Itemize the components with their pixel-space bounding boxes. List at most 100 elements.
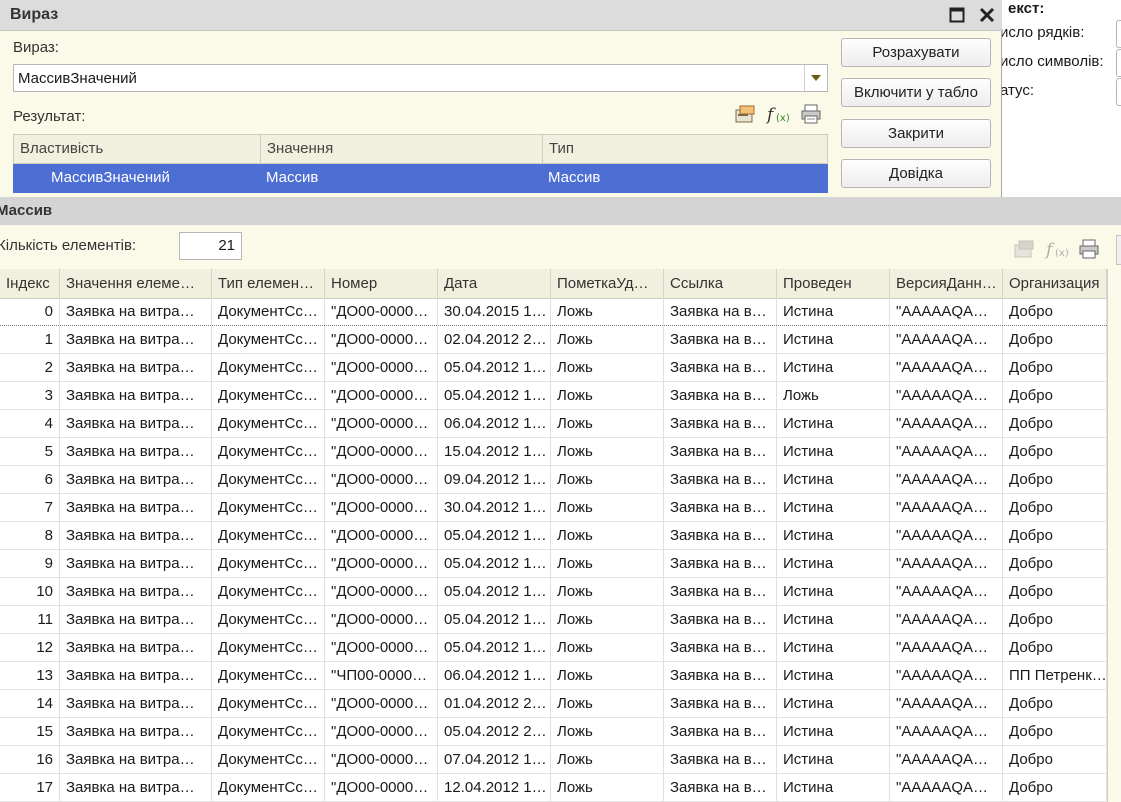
cell-posted: Истина xyxy=(777,606,890,633)
open-in-window-icon[interactable] xyxy=(733,103,757,125)
cell-index: 11 xyxy=(0,606,60,633)
table-row[interactable]: 9 Заявка на витра… ДокументСс… "ДО00-0000… 0… xyxy=(0,550,1107,578)
cell-date: 07.04.2012 1… xyxy=(438,746,551,773)
table-row[interactable]: 8 Заявка на витра… ДокументСс… "ДО00-0000… 0… xyxy=(0,522,1107,550)
cell-index: 14 xyxy=(0,690,60,717)
column-header-reference[interactable]: Ссылка xyxy=(664,269,777,298)
result-cell-value: Массив xyxy=(266,169,319,186)
cell-number: "ДО00-0000… xyxy=(325,550,438,577)
cell-index: 13 xyxy=(0,662,60,689)
cell-date: 05.04.2012 1… xyxy=(438,606,551,633)
cell-date: 30.04.2015 1… xyxy=(438,298,551,325)
chevron-down-icon[interactable] xyxy=(804,65,827,91)
calculate-button[interactable]: Розрахувати xyxy=(841,38,991,67)
cell-deletion-mark: Ложь xyxy=(551,466,664,493)
dialog-titlebar[interactable]: Вираз xyxy=(0,0,1002,31)
cell-reference: Заявка на в… xyxy=(664,354,777,381)
element-count-label: Кількість елементів: xyxy=(0,237,137,254)
cell-element-type: ДокументСс… xyxy=(212,466,325,493)
cell-date: 30.04.2012 1… xyxy=(438,494,551,521)
bg-field-lines[interactable] xyxy=(1116,20,1121,48)
cell-posted: Истина xyxy=(777,550,890,577)
column-header-type[interactable]: Тип xyxy=(543,135,829,163)
bg-field-symbols[interactable] xyxy=(1116,49,1121,77)
print-icon[interactable] xyxy=(1077,238,1101,260)
table-row[interactable]: 10 Заявка на витра… ДокументСс… "ДО00-0000…… xyxy=(0,578,1107,606)
expression-dialog: Вираз Вираз: МассивЗначений Результат: f… xyxy=(0,0,1002,198)
result-row-selected[interactable]: МассивЗначений Массив Массив xyxy=(13,164,828,193)
cell-index: 15 xyxy=(0,718,60,745)
close-button[interactable]: Закрити xyxy=(841,119,991,148)
include-in-board-button[interactable]: Включити у табло xyxy=(841,78,991,107)
table-row[interactable]: 12 Заявка на витра… ДокументСс… "ДО00-0000…… xyxy=(0,634,1107,662)
cell-date: 05.04.2012 1… xyxy=(438,634,551,661)
cell-element-value: Заявка на витра… xyxy=(60,382,212,409)
table-row[interactable]: 15 Заявка на витра… ДокументСс… "ДО00-0000…… xyxy=(0,718,1107,746)
cell-deletion-mark: Ложь xyxy=(551,494,664,521)
cell-element-value: Заявка на витра… xyxy=(60,550,212,577)
column-header-element-type[interactable]: Тип елемен… xyxy=(212,269,325,298)
cell-index: 1 xyxy=(0,326,60,353)
svg-text:(x): (x) xyxy=(776,113,790,124)
cell-deletion-mark: Ложь xyxy=(551,690,664,717)
table-row[interactable]: 13 Заявка на витра… ДокументСс… "ЧП00-0000…… xyxy=(0,662,1107,690)
cell-reference: Заявка на в… xyxy=(664,550,777,577)
cell-element-type: ДокументСс… xyxy=(212,746,325,773)
cell-data-version: "AAAAAQA… xyxy=(890,634,1003,661)
cell-deletion-mark: Ложь xyxy=(551,606,664,633)
element-count-field: 21 xyxy=(179,232,242,260)
column-header-index[interactable]: Індекс xyxy=(0,269,60,298)
cell-organization: Добро xyxy=(1003,606,1107,633)
column-header-data-version[interactable]: ВерсияДанн… xyxy=(890,269,1003,298)
svg-text:f: f xyxy=(766,105,776,124)
table-row[interactable]: 3 Заявка на витра… ДокументСс… "ДО00-0000… 0… xyxy=(0,382,1107,410)
table-row[interactable]: 2 Заявка на витра… ДокументСс… "ДО00-0000… 0… xyxy=(0,354,1107,382)
column-header-date[interactable]: Дата xyxy=(438,269,551,298)
column-header-posted[interactable]: Проведен xyxy=(777,269,890,298)
cell-posted: Истина xyxy=(777,774,890,801)
cell-date: 02.04.2012 2… xyxy=(438,326,551,353)
help-button[interactable]: Довідка xyxy=(841,159,991,188)
table-row[interactable]: 1 Заявка на витра… ДокументСс… "ДО00-0000… 0… xyxy=(0,326,1107,354)
cell-deletion-mark: Ложь xyxy=(551,410,664,437)
cell-index: 0 xyxy=(0,298,60,325)
expression-combobox[interactable]: МассивЗначений xyxy=(13,64,828,92)
close-icon[interactable] xyxy=(976,4,998,26)
dialog-title: Вираз xyxy=(10,6,59,23)
cell-element-type: ДокументСс… xyxy=(212,550,325,577)
table-row[interactable]: 6 Заявка на витра… ДокументСс… "ДО00-0000… 0… xyxy=(0,466,1107,494)
cell-number: "ДО00-0000… xyxy=(325,634,438,661)
maximize-icon[interactable] xyxy=(946,4,968,26)
formula-icon[interactable]: f (x) xyxy=(766,103,790,125)
cell-deletion-mark: Ложь xyxy=(551,718,664,745)
print-icon[interactable] xyxy=(799,103,823,125)
table-row[interactable]: 4 Заявка на витра… ДокументСс… "ДО00-0000… 0… xyxy=(0,410,1107,438)
cell-element-value: Заявка на витра… xyxy=(60,662,212,689)
cell-element-type: ДокументСс… xyxy=(212,382,325,409)
column-header-deletion-mark[interactable]: ПометкаУд… xyxy=(551,269,664,298)
cell-element-type: ДокументСс… xyxy=(212,298,325,325)
cell-element-value: Заявка на витра… xyxy=(60,354,212,381)
cell-reference: Заявка на в… xyxy=(664,690,777,717)
table-row[interactable]: 0 Заявка на витра… ДокументСс… "ДО00-0000… 3… xyxy=(0,298,1107,326)
cell-element-value: Заявка на витра… xyxy=(60,410,212,437)
cell-data-version: "AAAAAQA… xyxy=(890,382,1003,409)
cell-reference: Заявка на в… xyxy=(664,662,777,689)
column-header-number[interactable]: Номер xyxy=(325,269,438,298)
column-header-element-value[interactable]: Значення елеме… xyxy=(60,269,212,298)
column-header-value[interactable]: Значення xyxy=(261,135,543,163)
side-button[interactable] xyxy=(1116,235,1121,265)
table-row[interactable]: 16 Заявка на витра… ДокументСс… "ДО00-0000…… xyxy=(0,746,1107,774)
bg-field-status[interactable] xyxy=(1116,78,1121,106)
table-row[interactable]: 7 Заявка на витра… ДокументСс… "ДО00-0000… 3… xyxy=(0,494,1107,522)
cell-reference: Заявка на в… xyxy=(664,438,777,465)
table-row[interactable]: 5 Заявка на витра… ДокументСс… "ДО00-0000… 1… xyxy=(0,438,1107,466)
table-row[interactable]: 14 Заявка на витра… ДокументСс… "ДО00-0000…… xyxy=(0,690,1107,718)
array-window-titlebar[interactable]: Массив xyxy=(0,197,1121,225)
table-row[interactable]: 11 Заявка на витра… ДокументСс… "ДО00-0000…… xyxy=(0,606,1107,634)
column-header-organization[interactable]: Организация xyxy=(1003,269,1107,298)
cell-index: 4 xyxy=(0,410,60,437)
cell-element-value: Заявка на витра… xyxy=(60,774,212,801)
table-row[interactable]: 17 Заявка на витра… ДокументСс… "ДО00-0000…… xyxy=(0,774,1107,802)
column-header-property[interactable]: Властивість xyxy=(14,135,261,163)
